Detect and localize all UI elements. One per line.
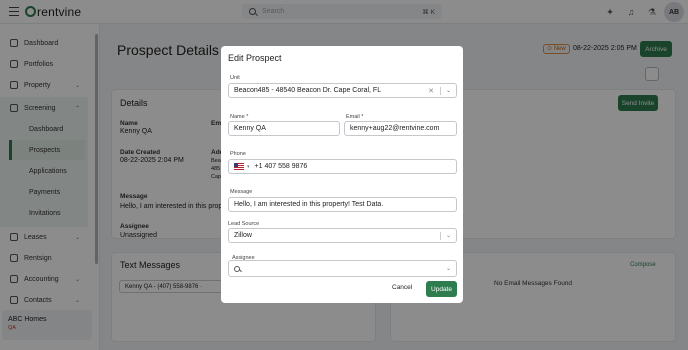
email-field[interactable]: kenny+aug22@rentvine.com (344, 121, 457, 136)
lead-source-select[interactable]: Zillow ⌄ (228, 228, 457, 243)
name-label: Name * (230, 114, 249, 120)
edit-prospect-modal: Edit Prospect Unit Beacon485 - 48540 Bea… (221, 46, 463, 303)
chevron-down-icon[interactable]: ⌄ (446, 87, 451, 94)
email-value: kenny+aug22@rentvine.com (350, 125, 440, 132)
message-field[interactable]: Hello, I am interested in this property!… (228, 197, 457, 212)
unit-select[interactable]: Beacon485 - 48540 Beacon Dr. Cape Coral,… (228, 83, 457, 98)
us-flag-icon[interactable] (234, 163, 244, 170)
chevron-down-icon[interactable]: ⌄ (446, 265, 451, 272)
chevron-down-icon[interactable]: ⌄ (446, 232, 451, 239)
message-label: Message (230, 189, 253, 195)
cancel-button[interactable]: Cancel (392, 284, 412, 291)
divider (440, 87, 441, 95)
divider (440, 232, 441, 240)
phone-label: Phone (230, 151, 246, 157)
chevron-down-icon[interactable]: ▾ (247, 164, 250, 170)
lead-source-label: Lead Source (228, 221, 260, 227)
message-value: Hello, I am interested in this property!… (234, 201, 384, 208)
name-value: Kenny QA (234, 125, 266, 132)
unit-value: Beacon485 - 48540 Beacon Dr. Cape Coral,… (234, 87, 382, 94)
modal-title: Edit Prospect (228, 53, 282, 63)
assignee-select[interactable]: ⌄ (228, 260, 457, 277)
clear-icon[interactable]: ✕ (428, 87, 434, 95)
lead-source-value: Zillow (234, 232, 252, 239)
email-label: Email * (346, 114, 364, 120)
update-button[interactable]: Update (426, 281, 457, 297)
unit-label: Unit (230, 75, 240, 81)
search-icon (234, 265, 240, 272)
phone-field[interactable]: ▾ +1 407 558 9876 (228, 159, 457, 174)
name-field[interactable]: Kenny QA (228, 121, 340, 136)
phone-value: +1 407 558 9876 (254, 163, 308, 170)
